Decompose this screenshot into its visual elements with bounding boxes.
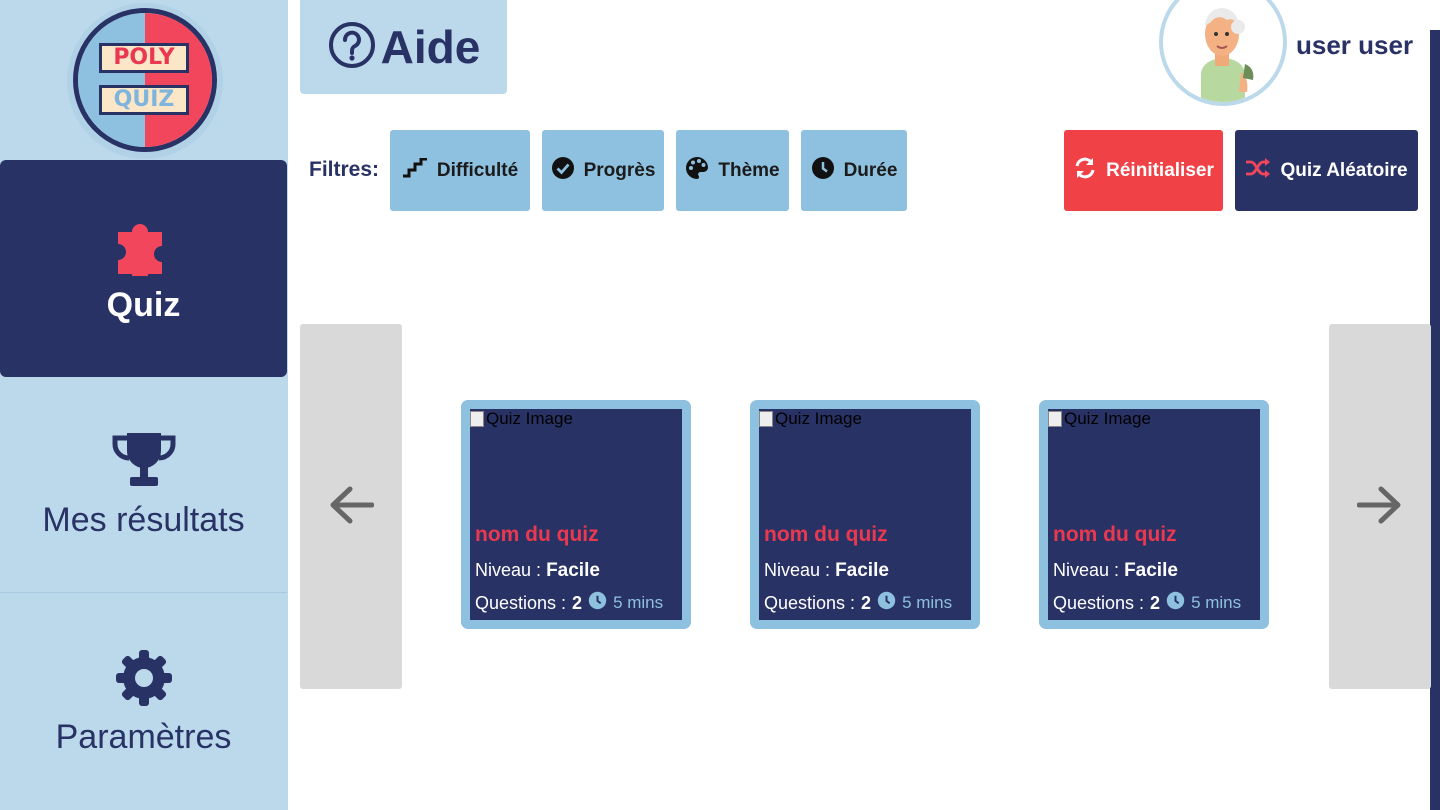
- arrow-left-icon: [328, 485, 375, 529]
- quiz-card[interactable]: Quiz Image nom du quiz Niveau : Facile Q…: [750, 400, 980, 629]
- scrollbar[interactable]: [1430, 30, 1440, 810]
- filter-label: Durée: [843, 159, 898, 181]
- filters-label: Filtres:: [309, 158, 380, 181]
- random-quiz-button[interactable]: Quiz Aléatoire: [1235, 130, 1418, 211]
- polyquiz-logo[interactable]: POLY QUIZ: [73, 8, 217, 152]
- quiz-card[interactable]: Quiz Image nom du quiz Niveau : Facile Q…: [461, 400, 691, 629]
- quiz-title: nom du quiz: [1053, 523, 1177, 546]
- quiz-level: Niveau : Facile: [475, 560, 600, 581]
- quiz-level: Niveau : Facile: [1053, 560, 1178, 581]
- quiz-duration: 5 mins: [902, 593, 953, 612]
- quiz-duration: 5 mins: [1191, 593, 1242, 612]
- avatar[interactable]: [1159, 0, 1287, 106]
- carousel-prev-button[interactable]: [300, 324, 402, 689]
- puzzle-icon: [112, 212, 176, 282]
- filter-label: Progrès: [583, 159, 656, 181]
- clock-icon: [877, 591, 896, 615]
- sidebar-item-quiz[interactable]: Quiz: [0, 160, 287, 377]
- trophy-icon: [109, 429, 179, 495]
- filter-theme-button[interactable]: Thème: [676, 130, 789, 211]
- filter-progress-button[interactable]: Progrès: [542, 130, 664, 211]
- arrow-right-icon: [1356, 485, 1403, 529]
- help-label: Aide: [380, 21, 481, 73]
- check-circle-icon: [551, 156, 575, 186]
- help-button[interactable]: Aide: [300, 0, 507, 94]
- random-quiz-label: Quiz Aléatoire: [1280, 159, 1408, 181]
- question-circle-icon: [327, 20, 377, 74]
- username: user user: [1296, 30, 1414, 60]
- quiz-level: Niveau : Facile: [764, 560, 889, 581]
- reset-button[interactable]: Réinitialiser: [1064, 130, 1223, 211]
- filter-difficulty-button[interactable]: Difficulté: [390, 130, 530, 211]
- clock-icon: [811, 156, 835, 186]
- question-count: 2: [572, 592, 583, 613]
- sidebar-item-label: Mes résultats: [42, 501, 245, 539]
- quiz-title: nom du quiz: [475, 523, 599, 546]
- filter-label: Difficulté: [436, 159, 519, 181]
- carousel-next-button[interactable]: [1329, 324, 1431, 689]
- question-count: 2: [1150, 592, 1161, 613]
- sidebar-item-label: Paramètres: [55, 717, 232, 756]
- clock-icon: [588, 591, 607, 615]
- logo-text-quiz: QUIZ: [99, 85, 189, 115]
- broken-image-icon: [1048, 411, 1062, 427]
- quiz-meta: Questions : 2 5 mins: [475, 591, 663, 615]
- refresh-icon: [1073, 156, 1097, 186]
- palette-icon: [685, 156, 709, 186]
- quiz-meta: Questions : 2 5 mins: [764, 591, 952, 615]
- quiz-card[interactable]: Quiz Image nom du quiz Niveau : Facile Q…: [1039, 400, 1269, 629]
- sidebar-item-results[interactable]: Mes résultats: [0, 377, 287, 593]
- filter-duration-button[interactable]: Durée: [801, 130, 907, 211]
- clock-icon: [1166, 591, 1185, 615]
- quiz-image: Quiz Image: [470, 409, 573, 429]
- filter-label: Thème: [718, 159, 780, 181]
- logo-text-poly: POLY: [99, 43, 189, 73]
- quiz-image: Quiz Image: [759, 409, 862, 429]
- sidebar-item-settings[interactable]: Paramètres: [0, 594, 287, 810]
- stairs-icon: [402, 157, 428, 184]
- quiz-image: Quiz Image: [1048, 409, 1151, 429]
- sidebar: POLY QUIZ Quiz Mes résultats Paramètres: [0, 0, 288, 810]
- sidebar-item-label: Quiz: [106, 286, 181, 324]
- quiz-meta: Questions : 2 5 mins: [1053, 591, 1241, 615]
- broken-image-icon: [470, 411, 484, 427]
- gear-icon: [114, 648, 174, 712]
- reset-label: Réinitialiser: [1106, 159, 1214, 181]
- shuffle-icon: [1245, 157, 1271, 185]
- broken-image-icon: [759, 411, 773, 427]
- quiz-title: nom du quiz: [764, 523, 888, 546]
- quiz-duration: 5 mins: [613, 593, 664, 612]
- question-count: 2: [861, 592, 872, 613]
